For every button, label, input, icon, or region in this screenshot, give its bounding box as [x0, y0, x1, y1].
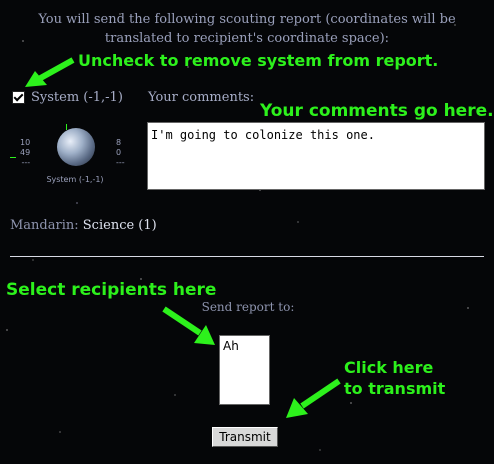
recipient-option[interactable]: Ah — [223, 339, 266, 353]
system-row: System (-1,-1) — [12, 90, 123, 105]
transmit-button[interactable]: Transmit — [212, 427, 278, 447]
system-checkbox[interactable] — [12, 91, 25, 104]
recipients-listbox[interactable]: Ah — [219, 335, 270, 405]
annotation-comments: Your comments go here. — [260, 101, 494, 121]
planet-icon[interactable] — [57, 128, 95, 166]
resource-name: Mandarin: — [10, 218, 79, 233]
system-caption: System (-1,-1) — [46, 175, 104, 184]
annotation-recipients: Select recipients here — [6, 280, 217, 300]
arrow-to-transmit-icon — [286, 378, 341, 418]
stat-right-1: 8 — [116, 138, 122, 147]
annotation-transmit-line2: to transmit — [344, 379, 446, 398]
annotation-uncheck: Uncheck to remove system from report. — [78, 51, 439, 70]
stat-left-1: 10 — [20, 138, 31, 147]
annotation-transmit-line1: Click here — [344, 358, 434, 377]
system-label: System (-1,-1) — [31, 90, 123, 105]
comments-textarea[interactable]: I'm going to colonize this one. — [147, 122, 485, 190]
divider — [10, 256, 484, 257]
stat-left-2: 49 — [20, 148, 31, 157]
comments-label: Your comments: — [148, 90, 255, 105]
stat-right-3: --- — [116, 158, 125, 167]
send-report-label: Send report to: — [201, 300, 295, 314]
system-stats-right: 8 0 --- — [116, 138, 125, 168]
resource-value: Science (1) — [82, 218, 157, 233]
system-stats-left: 10 49 --- — [20, 138, 30, 168]
arrow-to-checkbox-icon — [25, 57, 75, 87]
stat-left-3: --- — [21, 158, 31, 167]
planet-left-marker — [10, 157, 16, 158]
annotation-transmit: Click here to transmit — [344, 357, 445, 399]
resource-line: Mandarin: Science (1) — [10, 218, 157, 233]
intro-text: You will send the following scouting rep… — [38, 12, 456, 46]
stat-right-2: 0 — [116, 148, 122, 157]
